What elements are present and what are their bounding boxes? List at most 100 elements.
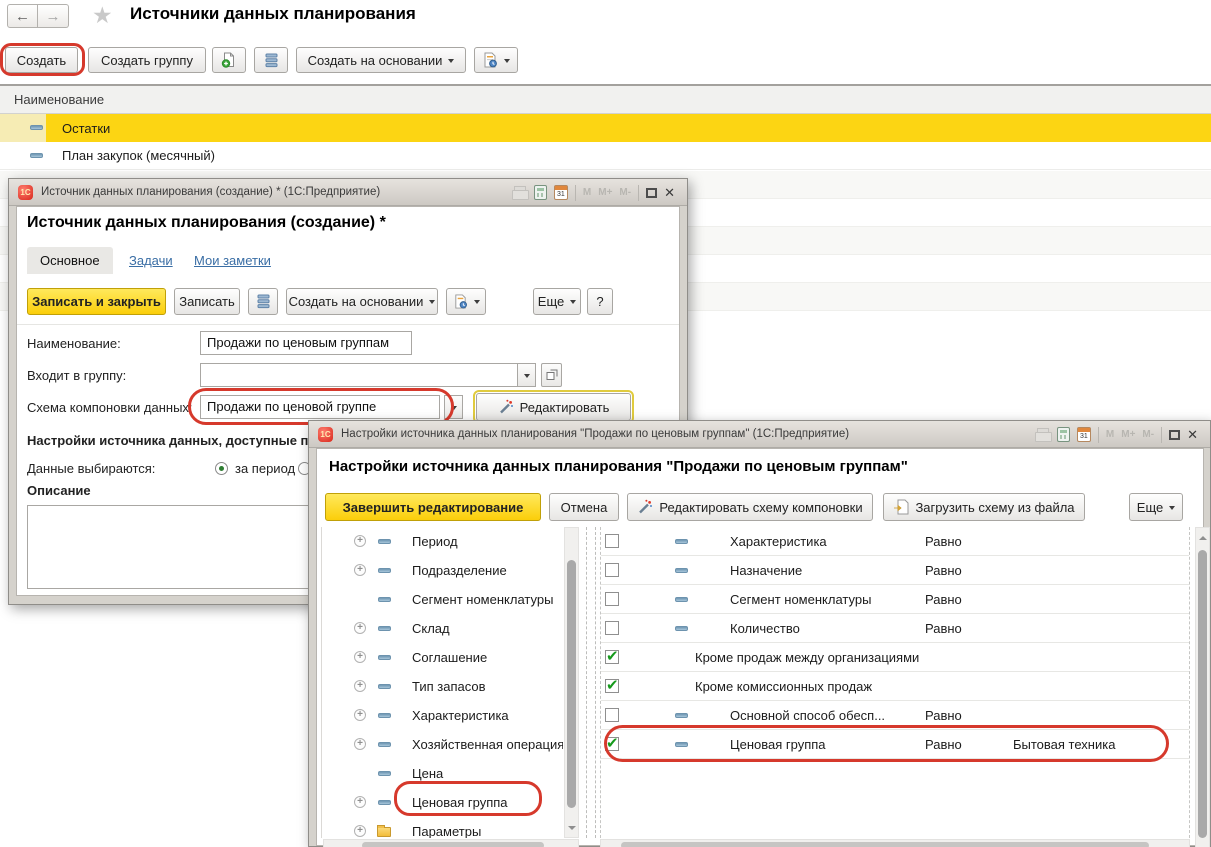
maximize-icon[interactable] (1169, 430, 1180, 440)
expand-icon[interactable]: + (354, 738, 366, 750)
filter-row-krome-prodazh[interactable]: ✔ Кроме продаж между организациями (601, 643, 1189, 672)
checkbox[interactable] (605, 563, 619, 577)
radio-za-period-label[interactable]: за период (235, 461, 295, 476)
checkbox[interactable] (605, 592, 619, 606)
calculator-icon[interactable] (534, 185, 547, 200)
tree-item-podrazdelenie[interactable]: +Подразделение (326, 556, 563, 585)
filter-row-kolichestvo[interactable]: Количество Равно (601, 614, 1189, 643)
panel-splitter[interactable] (586, 527, 587, 838)
configure-list-button[interactable] (248, 288, 278, 315)
filter-row-naznachenie[interactable]: Назначение Равно (601, 556, 1189, 585)
list-column-header[interactable]: Наименование (0, 84, 1211, 114)
back-button[interactable]: ← (7, 4, 38, 28)
help-button[interactable]: ? (587, 288, 613, 315)
checkbox-checked[interactable]: ✔ (605, 679, 619, 693)
memory-minus-button[interactable]: M- (619, 187, 631, 198)
report-dropdown-button[interactable] (446, 288, 486, 315)
expand-icon[interactable]: + (354, 622, 366, 634)
print-icon[interactable] (512, 186, 527, 199)
tree-item-hoz-operaciya[interactable]: +Хозяйственная операция (326, 730, 563, 759)
tree-item-cena[interactable]: Цена (326, 759, 563, 788)
scroll-up-arrow-icon[interactable] (1199, 532, 1207, 540)
expand-icon[interactable]: + (354, 564, 366, 576)
dcs-dropdown-button[interactable] (444, 395, 463, 419)
checkbox[interactable] (605, 708, 619, 722)
configure-list-button[interactable] (254, 47, 288, 73)
filter-row-harakteristika[interactable]: Характеристика Равно (601, 527, 1189, 556)
more-button[interactable]: Еще (1129, 493, 1183, 521)
filter-row-segment[interactable]: Сегмент номенклатуры Равно (601, 585, 1189, 614)
memory-button[interactable]: M (1106, 429, 1114, 440)
create-based-on-button[interactable]: Создать на основании (286, 288, 438, 315)
edit-schema-button[interactable]: Редактировать схему компоновки (627, 493, 873, 521)
tree-item-period[interactable]: +Период (326, 527, 563, 556)
tree-vertical-scrollbar[interactable] (564, 527, 579, 838)
expand-icon[interactable]: + (354, 796, 366, 808)
tree-hscrollbar-thumb[interactable] (362, 842, 544, 847)
filters-scrollbar-thumb[interactable] (1198, 550, 1207, 838)
filters-vertical-scrollbar[interactable] (1195, 527, 1210, 847)
save-and-close-button[interactable]: Записать и закрыть (27, 288, 166, 315)
memory-button[interactable]: M (583, 187, 591, 198)
edit-dcs-button[interactable]: Редактировать (476, 393, 631, 421)
name-input[interactable]: Продажи по ценовым группам (200, 331, 412, 355)
report-dropdown-button[interactable] (474, 47, 518, 73)
list-row-plan-zakupok[interactable]: План закупок (месячный) (0, 142, 1211, 170)
tree-horizontal-scrollbar[interactable] (323, 839, 579, 847)
create-copy-button[interactable] (212, 47, 246, 73)
parent-group-dropdown-button[interactable] (517, 363, 536, 387)
list-row-ostatki[interactable]: Остатки (0, 114, 1211, 142)
tab-tasks[interactable]: Задачи (129, 247, 173, 274)
tree-item-cenovaya-gruppa[interactable]: +Ценовая группа (326, 788, 563, 817)
forward-button[interactable]: → (38, 4, 69, 28)
save-button[interactable]: Записать (174, 288, 240, 315)
close-icon[interactable]: ✕ (1187, 428, 1198, 441)
filters-horizontal-scrollbar[interactable] (600, 839, 1190, 847)
open-parent-group-button[interactable] (541, 363, 562, 387)
create-based-on-button[interactable]: Создать на основании (296, 47, 466, 73)
tree-item-parametry[interactable]: +Параметры (326, 817, 563, 838)
tree-item-soglashenie[interactable]: +Соглашение (326, 643, 563, 672)
calendar-icon[interactable]: 31 (1077, 427, 1091, 442)
tree-item-sklad[interactable]: +Склад (326, 614, 563, 643)
filter-row-osnovnoy-sposob[interactable]: Основной способ обесп... Равно (601, 701, 1189, 730)
tab-notes[interactable]: Мои заметки (194, 247, 271, 274)
load-schema-button[interactable]: Загрузить схему из файла (883, 493, 1085, 521)
dcs-input[interactable]: Продажи по ценовой группе (200, 395, 440, 419)
checkbox[interactable] (605, 534, 619, 548)
checkbox-checked[interactable]: ✔ (605, 737, 619, 751)
tree-item-harakteristika[interactable]: +Характеристика (326, 701, 563, 730)
create-group-button[interactable]: Создать группу (88, 47, 206, 73)
expand-icon[interactable]: + (354, 709, 366, 721)
memory-minus-button[interactable]: M- (1142, 429, 1154, 440)
cancel-button[interactable]: Отмена (549, 493, 619, 521)
expand-icon[interactable]: + (354, 651, 366, 663)
more-button[interactable]: Еще (533, 288, 581, 315)
maximize-icon[interactable] (646, 188, 657, 198)
scroll-down-arrow-icon[interactable] (568, 826, 576, 834)
filters-hscrollbar-thumb[interactable] (621, 842, 1149, 847)
expand-icon[interactable]: + (354, 535, 366, 547)
filter-row-cenovaya-gruppa[interactable]: ✔ Ценовая группа Равно Бытовая техника (601, 730, 1189, 759)
radio-za-period[interactable] (215, 462, 228, 475)
tree-item-segment[interactable]: Сегмент номенклатуры (326, 585, 563, 614)
calendar-icon[interactable]: 31 (554, 185, 568, 200)
close-icon[interactable]: ✕ (664, 186, 675, 199)
memory-plus-button[interactable]: M+ (1121, 429, 1135, 440)
panel-splitter[interactable] (595, 527, 596, 838)
filter-row-krome-komissionnyh[interactable]: ✔ Кроме комиссионных продаж (601, 672, 1189, 701)
expand-icon[interactable]: + (354, 680, 366, 692)
print-icon[interactable] (1035, 428, 1050, 441)
favorites-star-icon[interactable]: ★ (92, 2, 113, 29)
calculator-icon[interactable] (1057, 427, 1070, 442)
tree-scrollbar-thumb[interactable] (567, 560, 576, 808)
expand-icon[interactable]: + (354, 825, 366, 837)
create-button[interactable]: Создать (5, 47, 78, 73)
tree-item-tip-zapasov[interactable]: +Тип запасов (326, 672, 563, 701)
memory-plus-button[interactable]: M+ (598, 187, 612, 198)
checkbox-checked[interactable]: ✔ (605, 650, 619, 664)
parent-group-input[interactable] (200, 363, 518, 387)
finish-editing-button[interactable]: Завершить редактирование (325, 493, 541, 521)
tab-main[interactable]: Основное (27, 247, 113, 274)
checkbox[interactable] (605, 621, 619, 635)
